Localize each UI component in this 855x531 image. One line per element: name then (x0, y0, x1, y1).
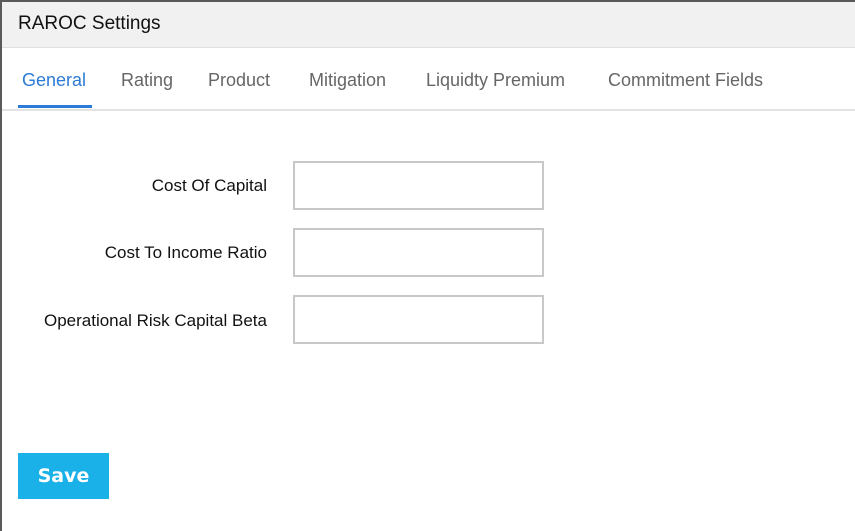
operational-risk-capital-beta-input[interactable] (293, 295, 544, 344)
tab-rating[interactable]: Rating (121, 70, 173, 91)
tab-product[interactable]: Product (208, 70, 270, 91)
cost-of-capital-label: Cost Of Capital (151, 176, 267, 195)
cost-of-capital-input[interactable] (293, 161, 544, 210)
tab-general[interactable]: General (22, 70, 86, 91)
save-button[interactable]: Save (18, 453, 109, 499)
tab-bar: General Rating Product Mitigation Liquid… (2, 48, 855, 111)
cost-to-income-ratio-label: Cost To Income Ratio (104, 243, 267, 262)
page-header: RAROC Settings (2, 2, 855, 48)
active-tab-indicator (18, 105, 92, 108)
operational-risk-capital-beta-label: Operational Risk Capital Beta (43, 311, 267, 330)
cost-to-income-ratio-input[interactable] (293, 228, 544, 277)
page-title: RAROC Settings (18, 13, 161, 34)
tab-liquidity-premium[interactable]: Liquidty Premium (426, 70, 565, 91)
tab-mitigation[interactable]: Mitigation (309, 70, 386, 91)
tab-commitment-fields[interactable]: Commitment Fields (608, 70, 763, 91)
